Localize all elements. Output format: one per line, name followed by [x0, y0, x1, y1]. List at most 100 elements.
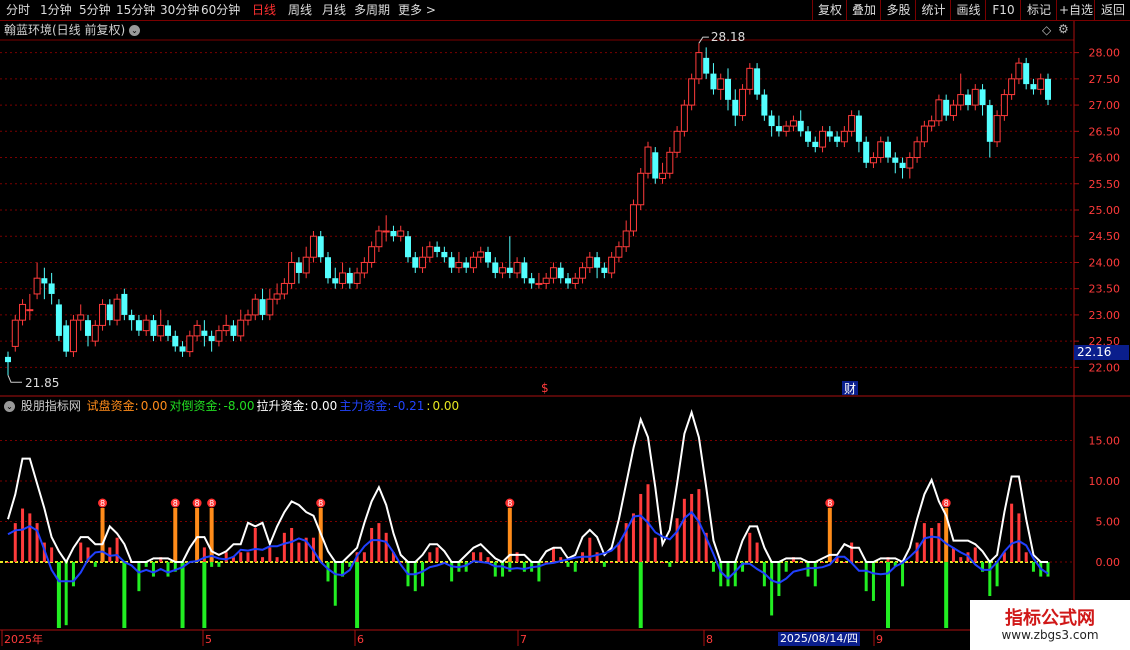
period-tab-0[interactable]: 分时 [6, 2, 30, 18]
green-signal-bar [202, 562, 207, 628]
indicator-bar [551, 547, 555, 562]
candle-body [622, 230, 630, 248]
candle-body [499, 267, 507, 274]
toolbar-button-1[interactable]: 叠加 [846, 0, 881, 20]
toolbar-button-6[interactable]: 标记 [1020, 0, 1057, 20]
period-tab-9[interactable]: 多周期 [354, 2, 390, 18]
candle-body [426, 246, 434, 258]
candle-body [528, 278, 535, 284]
legend-value-4: 0.00 [432, 399, 460, 413]
candle-body [251, 298, 259, 316]
candle-body [469, 256, 477, 269]
legend-value-0: 0.00 [140, 399, 168, 413]
toolbar-button-7[interactable]: +自选 [1056, 0, 1095, 20]
candle-body [266, 298, 274, 316]
indicator-bar [922, 523, 926, 562]
candle-body [855, 115, 862, 142]
indicator-name[interactable]: 股朋指标网 [21, 399, 81, 413]
candle-body [848, 115, 856, 132]
indicator-bar [748, 532, 752, 562]
chevron-down-icon[interactable]: ⌄ [129, 25, 141, 36]
indicator-bar [297, 542, 301, 562]
signal-dot-label: 8 [507, 499, 512, 508]
candle-body [1045, 78, 1051, 100]
candle-body [571, 277, 579, 284]
indicator-bar [79, 542, 83, 562]
indicator-bar [566, 562, 570, 567]
indicator-bar [726, 562, 730, 587]
candle-body [957, 94, 965, 106]
green-signal-bar [56, 562, 61, 628]
toolbar-button-0[interactable]: 复权 [812, 0, 847, 20]
chevron-down-icon[interactable]: ⌄ [4, 401, 15, 412]
candle-body [863, 141, 870, 163]
candle-body [405, 236, 411, 258]
candle-body [55, 304, 62, 336]
candle-body [812, 141, 819, 148]
period-tab-4[interactable]: 30分钟 [160, 2, 199, 18]
candle-body [113, 298, 121, 321]
indicator-bar [813, 562, 817, 587]
candle-body [834, 136, 841, 142]
indicator-bar [821, 562, 825, 563]
indicator-bar [973, 547, 977, 562]
settings-icon[interactable]: ⚙ [1058, 22, 1069, 36]
indicator-bar [486, 557, 490, 562]
candle-body [302, 256, 310, 274]
candle-body [761, 94, 768, 116]
candle-body [179, 346, 186, 352]
legend-label-4: : [426, 399, 431, 413]
price-tick-label: 23.00 [1089, 309, 1121, 322]
candle-body [680, 104, 688, 132]
indicator-tick-label: 0.00 [1096, 556, 1121, 569]
stock-title: 翰蓝环境(日线 前复权) [4, 23, 126, 37]
indicator-bar [719, 562, 723, 587]
period-tab-1[interactable]: 1分钟 [40, 2, 72, 18]
candle-body [492, 262, 499, 273]
candle-body [295, 262, 302, 273]
toolbar-button-3[interactable]: 统计 [915, 0, 951, 20]
watermark-url: www.zbgs3.com [1001, 628, 1099, 642]
toolbar-button-5[interactable]: F10 [985, 0, 1021, 20]
candle-body [659, 172, 667, 180]
date-label: 2025年 [4, 632, 43, 646]
indicator-bar [50, 547, 54, 562]
indicator-bar [362, 552, 366, 562]
date-label: 5 [205, 633, 212, 646]
candle-body [840, 130, 848, 143]
indicator-bar [290, 527, 294, 562]
period-tab-6[interactable]: 日线 [252, 2, 276, 18]
legend-value-3: -0.21 [393, 399, 425, 413]
candle-body [754, 68, 761, 95]
white-line [7, 408, 1048, 564]
toolbar-button-2[interactable]: 多股 [880, 0, 916, 20]
indicator-bar [573, 562, 577, 572]
period-tab-8[interactable]: 月线 [322, 2, 346, 18]
period-tab-2[interactable]: 5分钟 [79, 2, 111, 18]
price-tick-label: 27.00 [1089, 99, 1121, 112]
kline-chart[interactable]: 88888888 28.0027.5027.0026.5026.0025.502… [0, 0, 1130, 650]
toolbar-button-4[interactable]: 画线 [950, 0, 986, 20]
toolbar-button-8[interactable]: 返回 [1094, 0, 1130, 20]
period-tab-5[interactable]: 60分钟 [201, 2, 240, 18]
candle-body [920, 125, 928, 143]
indicator-bar [377, 523, 381, 562]
candle-body [732, 99, 739, 116]
indicator-bar [653, 537, 657, 562]
candle-body [215, 330, 223, 342]
indicator-bar [508, 562, 512, 572]
price-tick-label: 26.50 [1089, 125, 1121, 138]
period-tab-10[interactable]: 更多 > [398, 2, 436, 18]
price-tick-label: 23.50 [1089, 283, 1121, 296]
price-tick-label: 24.00 [1089, 256, 1121, 269]
indicator-bar [1031, 562, 1035, 572]
period-tab-7[interactable]: 周线 [288, 2, 312, 18]
indicator-bar [515, 552, 519, 562]
indicator-bar [326, 562, 330, 582]
candles [5, 43, 1051, 376]
diamond-icon[interactable]: ◇ [1042, 23, 1051, 37]
indicator-bar [370, 527, 374, 562]
green-signal-bar [180, 562, 185, 628]
period-tab-3[interactable]: 15分钟 [116, 2, 155, 18]
candle-body [222, 324, 230, 332]
